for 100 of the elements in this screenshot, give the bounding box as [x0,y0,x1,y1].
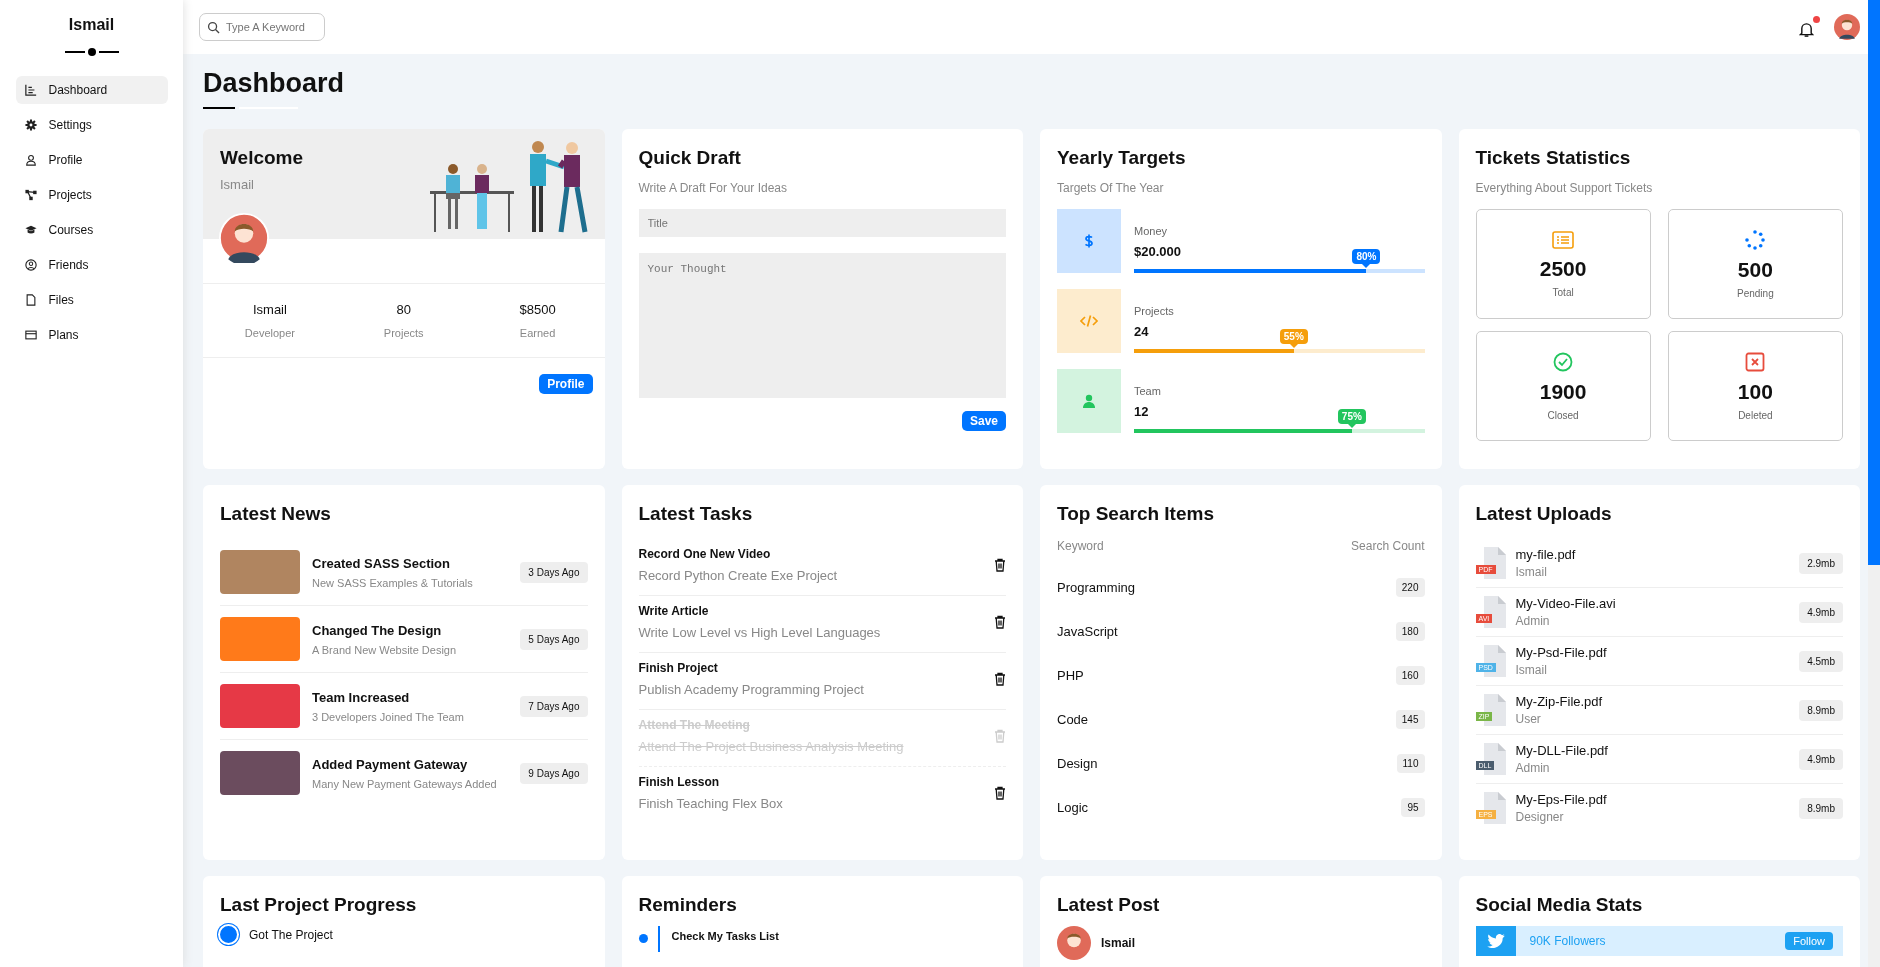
news-title: Created SASS Section [312,555,451,571]
file-size: 8.9mb [1799,797,1843,819]
trash-icon[interactable] [994,558,1006,572]
sidebar-item[interactable]: Plans [15,321,168,349]
file-owner: User [1515,712,1542,726]
sidebar-item[interactable]: Settings [15,111,168,139]
ticket-label: Total [1552,286,1574,298]
page-title: Dashboard [203,68,346,99]
sidebar-item[interactable]: Courses [15,216,168,244]
ticket-count: 100 [1737,379,1773,404]
stat-value: 80 [395,302,412,317]
file-owner: Admin [1515,614,1551,628]
chart-icon [24,84,37,96]
spinner-icon [1745,229,1766,250]
keyword: Programming [1057,579,1136,595]
file-size: 2.9mb [1799,552,1843,574]
card-title: Welcome [220,147,304,169]
card-subtitle: Write A Draft For Your Ideas [638,181,789,195]
ticket-label: Deleted [1738,409,1773,421]
target-label: Team [1134,385,1162,397]
target-label: Money [1134,225,1169,237]
search-field[interactable]: Type A Keyword [199,13,325,41]
title-input[interactable]: Title [638,209,1006,237]
ticket-count: 500 [1737,257,1773,282]
avatar-icon [1057,926,1091,960]
task-title: Finish Project [638,661,719,675]
card-subtitle: Targets Of The Year [1057,181,1165,195]
file-name: My-Psd-File.pdf [1515,645,1608,660]
bird-icon [1475,926,1516,956]
search-count: 160 [1395,665,1425,685]
card-title: Top Search Items [1057,503,1215,525]
file-size: 4.9mb [1799,748,1843,770]
card-subtitle: Ismail [220,177,255,192]
news-age: 9 Days Ago [520,762,588,784]
keyword: PHP [1057,667,1084,683]
post-author: Ismail [1101,936,1136,950]
gear-icon [24,119,37,131]
task-text: Record Python Create Exe Project [638,568,838,583]
file-size: 8.9mb [1799,699,1843,721]
news-age: 7 Days Ago [520,695,588,717]
file-name: My-Eps-File.pdf [1515,792,1608,807]
stat-value: Ismail [251,302,288,317]
sidebar-item[interactable]: Dashboard [15,76,168,104]
card-title: Latest Post [1057,894,1161,916]
file-owner: Ismail [1515,663,1548,677]
sidebar-item[interactable]: Profile [15,146,168,174]
task-text: Write Low Level vs High Level Languages [638,625,881,640]
scrollbar[interactable] [1868,0,1880,967]
sidebar-item[interactable]: Projects [15,181,168,209]
ticket-count: 1900 [1539,379,1587,404]
target-value: $20.000 [1134,244,1181,259]
code-icon [1080,314,1098,328]
user-circle-icon [24,259,37,271]
news-text: New SASS Examples & Tutorials [312,576,474,589]
ticket-label: Pending [1737,287,1774,299]
close-square-icon [1745,351,1766,372]
stat-label: Projects [382,327,425,339]
card-title: Quick Draft [638,147,742,169]
card-title: Reminders [638,894,738,916]
news-title: Added Payment Gateway [312,756,469,772]
avatar-icon[interactable] [1834,14,1860,40]
thought-textarea[interactable]: Your Thought [638,253,1006,398]
reminder-item: Check My Tasks List [657,926,779,952]
target-value: 24 [1134,324,1149,339]
card-title: Social Media Stats [1475,894,1644,916]
task-title: Finish Lesson [638,775,721,789]
card-title: Latest Tasks [638,503,754,525]
stat-label: Developer [243,327,296,339]
trash-icon[interactable] [994,786,1006,800]
ticket-count: 2500 [1539,256,1587,281]
check-circle-icon [1553,351,1574,372]
sidebar-title: Ismail [68,16,115,34]
step-label: Got The Project [249,927,333,942]
news-title: Changed The Design [312,622,443,638]
task-title: Record One New Video [638,547,772,561]
news-text: A Brand New Website Design [312,643,458,656]
trash-icon[interactable] [994,615,1006,629]
card-title: Last Project Progress [220,894,418,916]
file-icon [24,294,37,306]
profile-button[interactable]: Profile [539,374,593,394]
card-title: Latest News [220,503,332,525]
trash-icon[interactable] [994,672,1006,686]
card-title: Tickets Statistics [1475,147,1632,169]
file-name: My-Video-File.avi [1515,596,1617,611]
search-count: 180 [1395,621,1425,641]
nodes-icon [24,189,37,201]
target-value: 12 [1134,404,1149,419]
sidebar-item[interactable]: Friends [15,251,168,279]
card-title: Yearly Targets [1057,147,1187,169]
sidebar-item[interactable]: Files [15,286,168,314]
news-age: 5 Days Ago [520,628,588,650]
notification-bell-button[interactable] [1799,16,1820,38]
card-icon [24,329,37,341]
file-owner: Admin [1515,761,1551,775]
task-text: Finish Teaching Flex Box [638,796,783,811]
followers-count: 90K Followers [1529,934,1607,948]
save-button[interactable]: Save [961,411,1006,431]
divider-dot-icon [64,48,119,56]
news-age: 3 Days Ago [520,561,588,583]
keyword: Code [1057,711,1089,727]
